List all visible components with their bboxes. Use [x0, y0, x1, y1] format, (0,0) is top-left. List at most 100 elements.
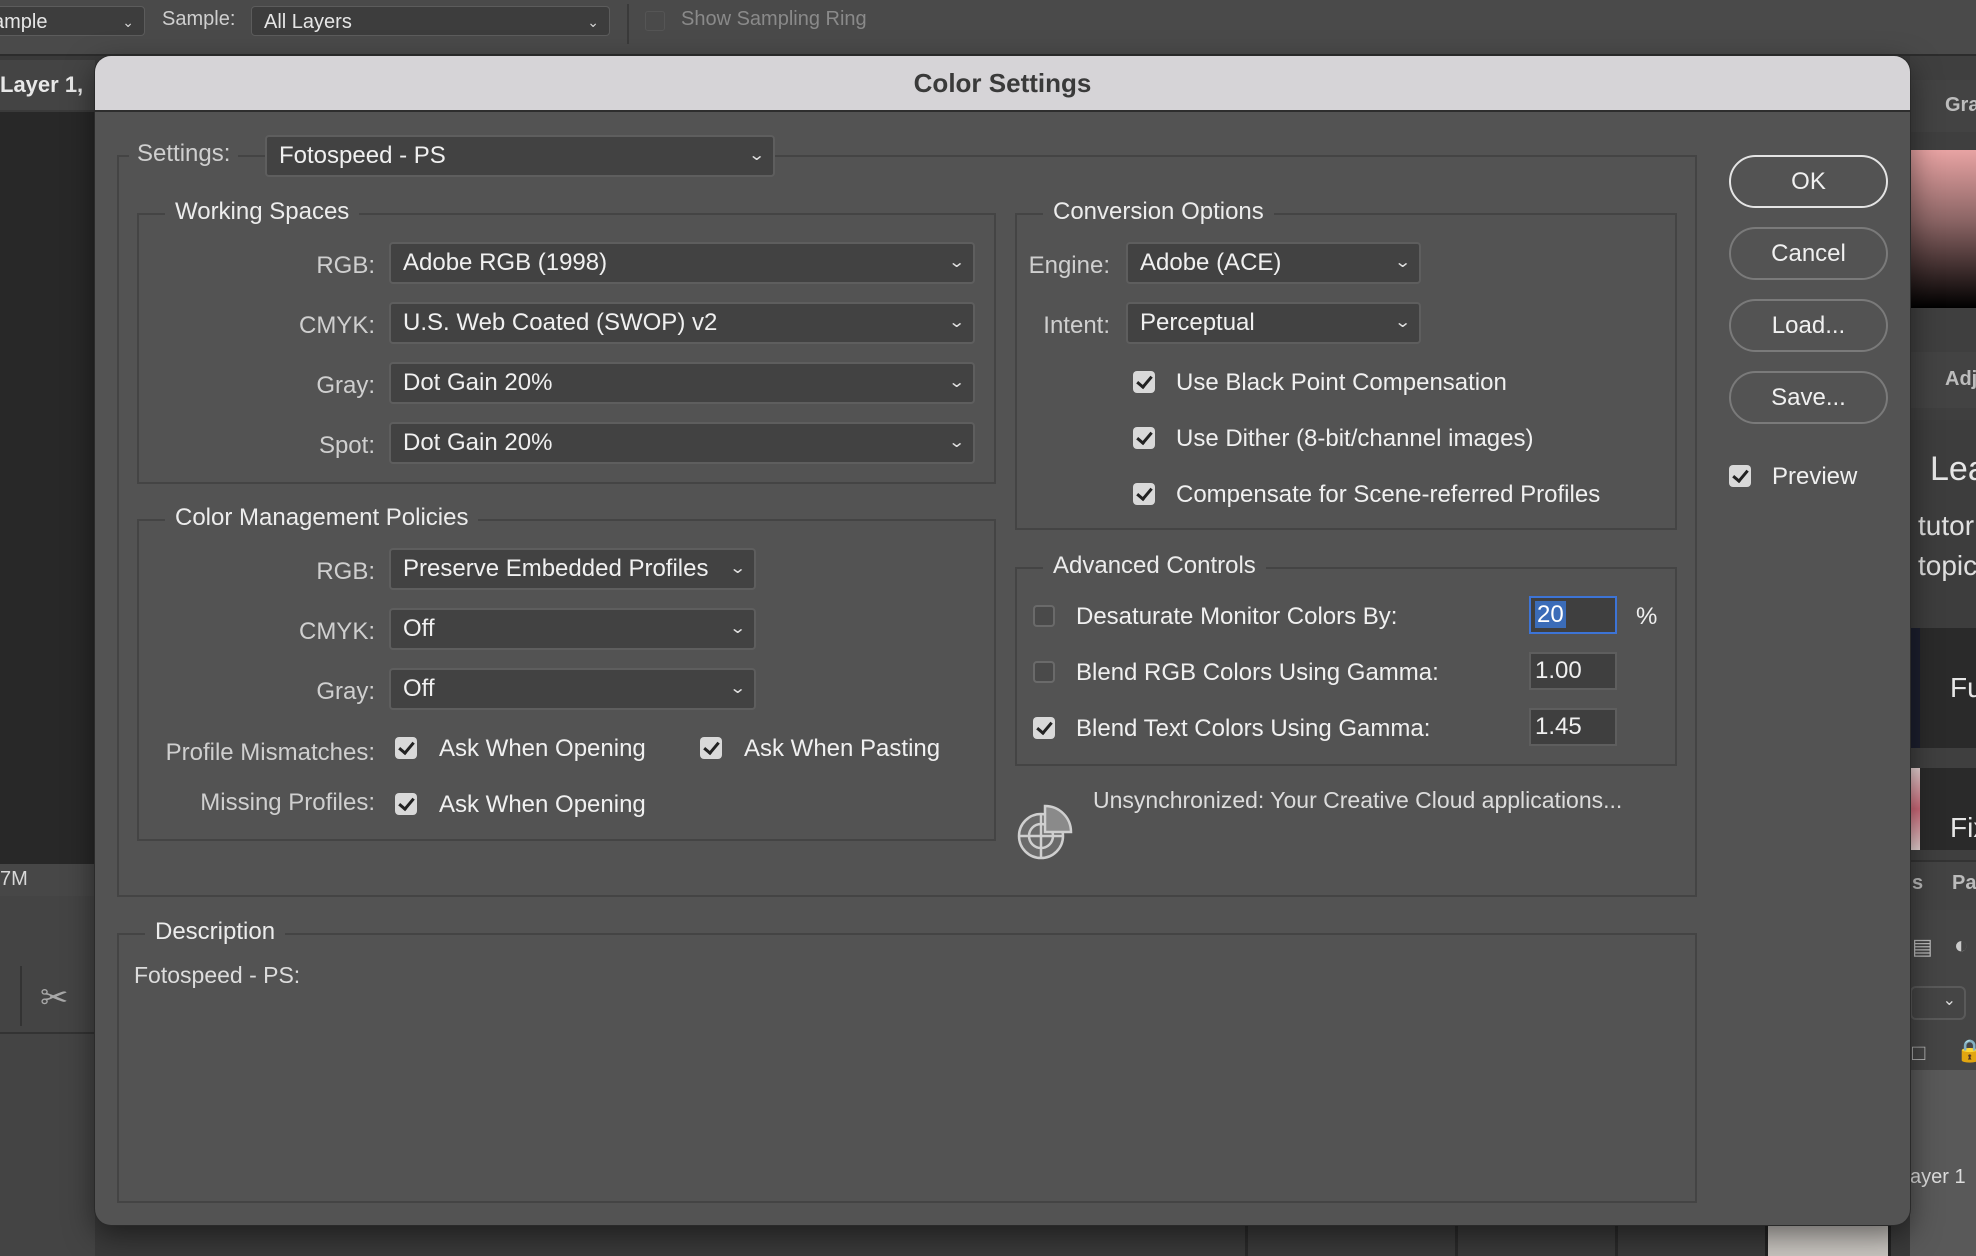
ws-spot-value: Dot Gain 20% — [403, 429, 553, 456]
panel-tab-label: Gra — [1945, 94, 1976, 116]
ws-cmyk-value: U.S. Web Coated (SWOP) v2 — [403, 309, 718, 336]
ok-button[interactable]: OK — [1729, 155, 1888, 208]
missing-ask-opening-label: Ask When Opening — [439, 791, 646, 818]
ws-spot-select[interactable]: Dot Gain 20% ⌄ — [389, 422, 975, 464]
gradient-preview[interactable] — [1910, 150, 1976, 308]
blend-text-gamma-value: 1.45 — [1535, 713, 1582, 740]
settings-label: Settings: — [129, 140, 239, 168]
lock-icon[interactable]: 🔒 — [1956, 1038, 1976, 1064]
layer-name: ayer 1 — [1910, 1166, 1966, 1188]
policy-rgb-value: Preserve Embedded Profiles — [403, 555, 709, 582]
save-button[interactable]: Save... — [1729, 371, 1888, 424]
canvas-area — [0, 112, 95, 864]
chevron-down-icon: ⌄ — [587, 14, 599, 30]
settings-select[interactable]: Fotospeed - PS ⌄ — [265, 135, 775, 177]
preview-checkbox[interactable] — [1729, 465, 1751, 487]
layers-panel-tabs: s Pa — [1910, 860, 1976, 910]
divider — [1455, 1225, 1458, 1256]
ws-rgb-select[interactable]: Adobe RGB (1998) ⌄ — [389, 242, 975, 284]
intent-select[interactable]: Perceptual ⌄ — [1126, 302, 1421, 344]
sample-value: All Layers — [264, 11, 352, 33]
scene-referred-checkbox[interactable] — [1133, 483, 1155, 505]
chevron-down-icon: ⌄ — [1942, 992, 1956, 1009]
conversion-options-title: Conversion Options — [1043, 198, 1274, 226]
panel-tab-gradients[interactable]: Gra — [1910, 80, 1976, 132]
blend-text-gamma-input[interactable]: 1.45 — [1529, 708, 1617, 746]
document-tab-label: Layer 1, — [0, 72, 84, 97]
desaturate-input[interactable]: 20 — [1529, 596, 1617, 634]
layer-row[interactable]: ayer 1 — [1910, 1070, 1976, 1256]
learn-panel: Lea tutor topic — [1910, 420, 1976, 630]
policy-cmyk-label: CMYK: — [298, 618, 375, 645]
sample-size-select[interactable]: ample ⌄ — [0, 6, 145, 36]
policy-gray-select[interactable]: Off ⌄ — [389, 668, 756, 710]
description-text: Fotospeed - PS: — [134, 962, 301, 988]
scene-referred-label: Compensate for Scene-referred Profiles — [1176, 481, 1601, 508]
ws-cmyk-select[interactable]: U.S. Web Coated (SWOP) v2 ⌄ — [389, 302, 975, 344]
scissors-icon[interactable]: ✂ — [40, 978, 69, 1018]
image-filter-icon[interactable]: ▤ — [1912, 934, 1933, 960]
blend-rgb-label: Blend RGB Colors Using Gamma: — [1076, 659, 1439, 686]
black-point-compensation-checkbox[interactable] — [1133, 371, 1155, 393]
policies-title: Color Management Policies — [165, 504, 479, 532]
blend-mode-select[interactable]: ⌄ — [1910, 986, 1966, 1020]
chevron-down-icon: ⌄ — [947, 254, 966, 271]
chevron-down-icon: ⌄ — [747, 147, 766, 164]
missing-ask-opening-checkbox[interactable] — [395, 793, 417, 815]
creative-cloud-sync-icon — [1017, 804, 1073, 860]
cancel-button[interactable]: Cancel — [1729, 227, 1888, 280]
adjustment-filter-icon[interactable]: ◐ — [1954, 932, 1969, 960]
divider — [1615, 1225, 1618, 1256]
use-dither-checkbox[interactable] — [1133, 427, 1155, 449]
left-tool-row: ✂ — [0, 960, 95, 1034]
lock-artboard-icon[interactable]: □ — [1912, 1040, 1925, 1066]
blend-rgb-gamma-input[interactable]: 1.00 — [1529, 652, 1617, 690]
show-sampling-ring-checkbox[interactable] — [645, 11, 665, 31]
ws-spot-label: Spot: — [318, 432, 375, 459]
color-settings-dialog: Color Settings Settings: Fotospeed - PS … — [95, 56, 1910, 1225]
mismatch-ask-pasting-label: Ask When Pasting — [744, 735, 941, 762]
ws-gray-select[interactable]: Dot Gain 20% ⌄ — [389, 362, 975, 404]
toolbar-divider — [627, 4, 629, 44]
chevron-down-icon: ⌄ — [122, 14, 134, 30]
description-title: Description — [145, 918, 286, 946]
panel-tab-label[interactable]: Pa — [1952, 872, 1976, 895]
engine-select[interactable]: Adobe (ACE) ⌄ — [1126, 242, 1421, 284]
learn-subtitle: topic — [1918, 550, 1976, 581]
advanced-controls-title: Advanced Controls — [1043, 552, 1266, 580]
mismatch-ask-pasting-checkbox[interactable] — [700, 737, 722, 759]
chevron-down-icon: ⌄ — [947, 434, 966, 451]
tutorial-card[interactable]: Fix — [1910, 768, 1976, 850]
divider — [20, 966, 22, 1026]
tutorial-title: Fix — [1950, 812, 1976, 843]
sample-label: Sample: — [162, 8, 236, 30]
tutorial-thumbnail — [1910, 628, 1920, 748]
percent-unit: % — [1636, 603, 1658, 630]
panel-tab-label[interactable]: s — [1912, 872, 1923, 895]
tutorial-card[interactable]: Fu — [1910, 628, 1976, 748]
ws-gray-value: Dot Gain 20% — [403, 369, 553, 396]
mismatch-ask-opening-checkbox[interactable] — [395, 737, 417, 759]
load-button[interactable]: Load... — [1729, 299, 1888, 352]
dialog-title-bar[interactable]: Color Settings — [95, 56, 1910, 112]
policy-cmyk-select[interactable]: Off ⌄ — [389, 608, 756, 650]
tutorial-thumbnail — [1910, 768, 1920, 850]
chevron-down-icon: ⌄ — [1393, 254, 1412, 271]
description-group: Description — [117, 918, 1697, 1203]
missing-profiles-label: Missing Profiles: — [200, 789, 375, 816]
sample-select[interactable]: All Layers ⌄ — [251, 6, 610, 36]
settings-value: Fotospeed - PS — [279, 142, 446, 169]
policy-cmyk-value: Off — [403, 615, 435, 642]
blend-text-checkbox[interactable] — [1033, 717, 1055, 739]
show-sampling-ring-label: Show Sampling Ring — [681, 8, 867, 30]
document-tab[interactable]: Layer 1, — [0, 60, 95, 110]
desaturate-checkbox[interactable] — [1033, 605, 1055, 627]
profile-mismatches-label: Profile Mismatches: — [165, 739, 375, 766]
policy-rgb-select[interactable]: Preserve Embedded Profiles ⌄ — [389, 548, 756, 590]
policy-gray-value: Off — [403, 675, 435, 702]
panel-tab-adjustments[interactable]: Adj — [1910, 352, 1976, 408]
blend-rgb-checkbox[interactable] — [1033, 661, 1055, 683]
intent-value: Perceptual — [1140, 309, 1255, 336]
working-spaces-title: Working Spaces — [165, 198, 360, 226]
blend-text-label: Blend Text Colors Using Gamma: — [1076, 715, 1431, 742]
